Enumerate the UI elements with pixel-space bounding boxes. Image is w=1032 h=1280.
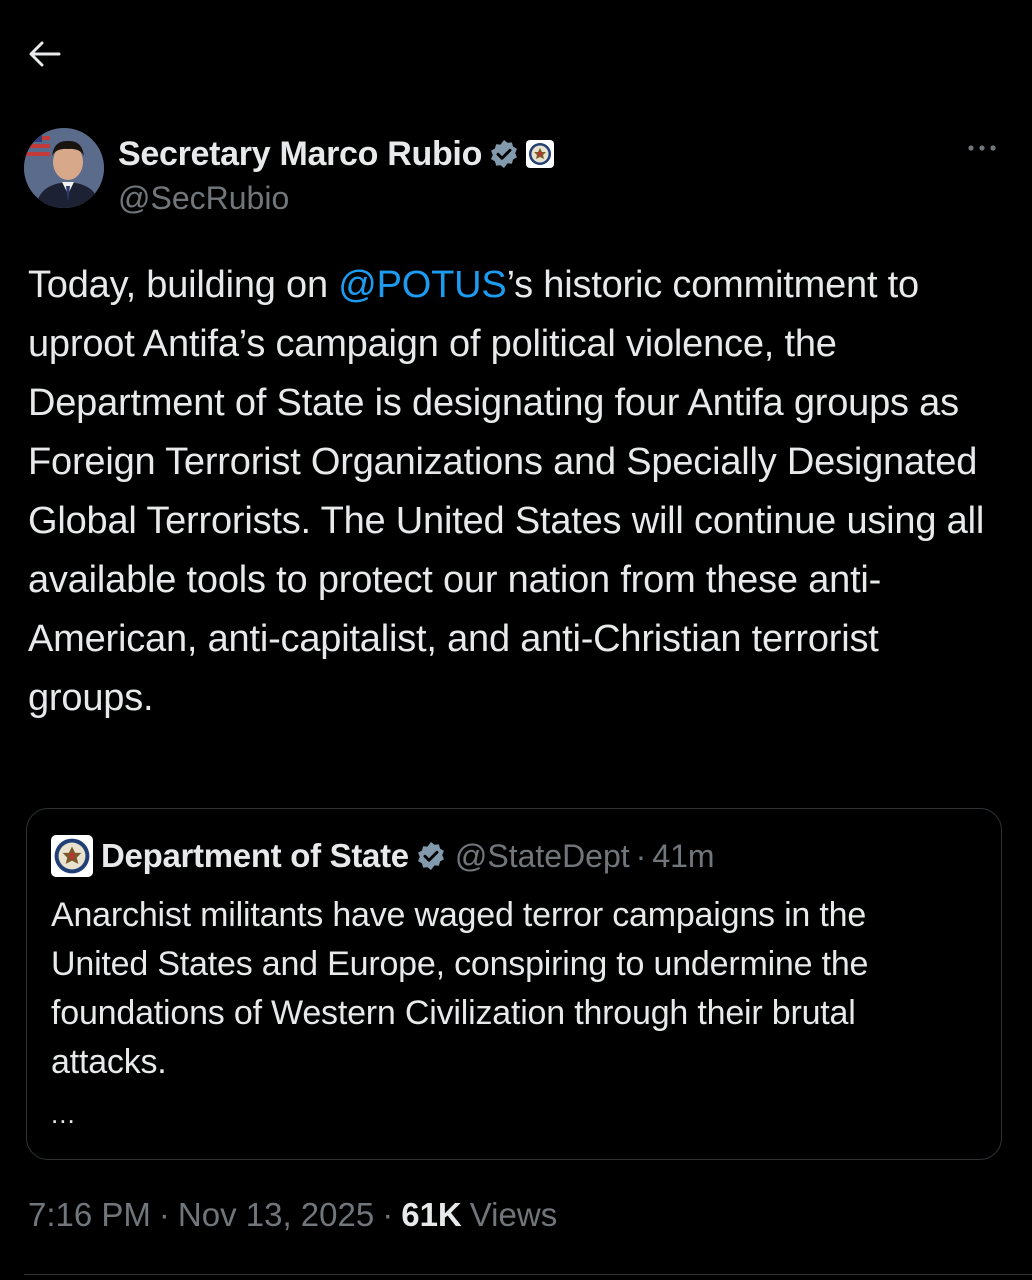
- tweet-meta: 7:16 PM · Nov 13, 2025 · 61K Views: [28, 1196, 557, 1234]
- quoted-handle: @StateDept: [454, 837, 630, 874]
- quoted-tweet-card[interactable]: Department of State @StateDept · 41m Ana…: [26, 808, 1002, 1160]
- tweet-header: Secretary Marco Rubio @SecRubio: [24, 124, 1008, 224]
- views-count: 61K: [401, 1196, 462, 1233]
- tweet-text-before: Today, building on: [28, 264, 339, 306]
- state-department-seal-icon[interactable]: [526, 140, 555, 168]
- arrow-left-icon: [29, 41, 61, 67]
- more-horizontal-icon: [968, 145, 996, 151]
- state-department-seal-icon: [54, 838, 90, 874]
- avatar[interactable]: [24, 128, 104, 208]
- back-button[interactable]: [26, 38, 62, 70]
- quoted-tweet-header: Department of State @StateDept · 41m: [51, 835, 715, 877]
- more-options-button[interactable]: [962, 128, 1002, 168]
- meta-separator: ·: [158, 1196, 170, 1233]
- mention-link[interactable]: @POTUS: [338, 264, 506, 306]
- quoted-separator: ·: [635, 837, 647, 874]
- tweet-date[interactable]: Nov 13, 2025: [178, 1196, 374, 1234]
- author-display-name[interactable]: Secretary Marco Rubio: [118, 135, 482, 174]
- profile-photo: [24, 128, 104, 208]
- tweet-text-after: ’s historic commitment to uproot Antifa’…: [28, 264, 985, 719]
- author-handle[interactable]: @SecRubio: [118, 180, 554, 217]
- quoted-time: 41m: [652, 837, 715, 874]
- author-info: Secretary Marco Rubio @SecRubio: [118, 132, 555, 217]
- meta-separator: ·: [382, 1196, 394, 1233]
- quoted-tweet-text: Anarchist militants have waged terror ca…: [51, 896, 869, 1081]
- tweet-text: Today, building on @POTUS’s historic com…: [28, 256, 1013, 728]
- quoted-truncation-ellipsis: ...: [51, 1099, 76, 1129]
- views-label: Views: [469, 1196, 558, 1233]
- divider: [24, 1274, 1032, 1275]
- quoted-display-name: Department of State: [101, 837, 409, 874]
- verified-badge-icon: [417, 842, 444, 870]
- quoted-avatar: [51, 835, 93, 877]
- tweet-time[interactable]: 7:16 PM: [28, 1196, 151, 1234]
- verified-badge-icon[interactable]: [488, 138, 520, 170]
